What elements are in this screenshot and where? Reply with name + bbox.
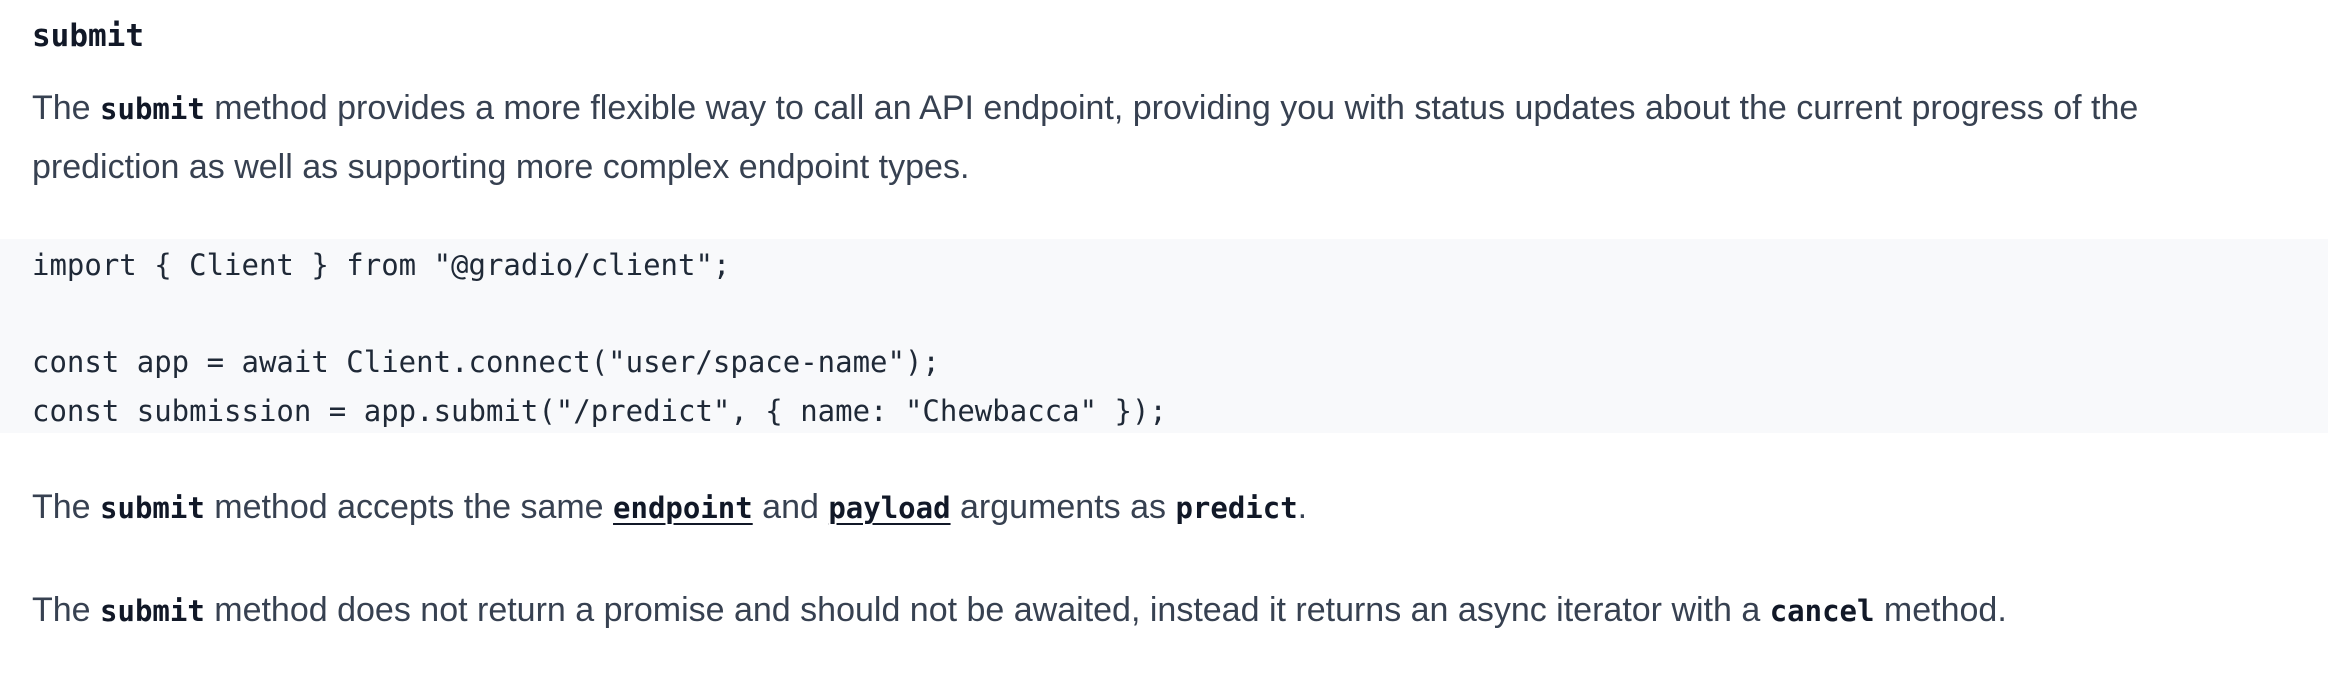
intro-paragraph: The submit method provides a more flexib… xyxy=(32,79,2292,196)
code-block[interactable]: import { Client } from "@gradio/client";… xyxy=(0,239,2328,433)
section-heading: submit xyxy=(32,18,144,54)
code-line-1: import { Client } from "@gradio/client"; xyxy=(32,248,731,282)
p2-text-5: . xyxy=(1297,488,1308,526)
inline-code-submit: submit xyxy=(100,92,205,126)
payload-link[interactable]: payload xyxy=(828,488,950,526)
accepts-paragraph: The submit method accepts the same endpo… xyxy=(32,478,2292,537)
doc-content: submit The submit method provides a more… xyxy=(0,0,2328,676)
inline-code-submit: submit xyxy=(100,594,205,628)
p2-text-3: and xyxy=(752,488,829,526)
inline-code-endpoint: endpoint xyxy=(613,491,753,525)
code-line-4: const submission = app.submit("/predict"… xyxy=(32,393,1167,428)
return-paragraph: The submit method does not return a prom… xyxy=(32,581,2292,640)
endpoint-link[interactable]: endpoint xyxy=(613,488,753,526)
p2-text-1: The xyxy=(32,488,101,526)
p2-text-4: arguments as xyxy=(950,488,1176,526)
code-line-3: const app = await Client.connect("user/s… xyxy=(32,345,940,379)
intro-suffix: method provides a more flexible way to c… xyxy=(32,89,2139,186)
inline-code-submit: submit xyxy=(100,491,205,525)
p3-text-1: The xyxy=(32,591,101,629)
code-pre: import { Client } from "@gradio/client";… xyxy=(32,239,1167,435)
inline-code-cancel: cancel xyxy=(1769,594,1875,628)
p3-text-3: method. xyxy=(1874,591,2007,629)
intro-prefix: The xyxy=(32,89,101,127)
inline-code-payload: payload xyxy=(828,491,951,525)
p2-text-2: method accepts the same xyxy=(204,488,614,526)
inline-code-predict: predict xyxy=(1175,491,1298,525)
p3-text-2: method does not return a promise and sho… xyxy=(204,591,1770,629)
